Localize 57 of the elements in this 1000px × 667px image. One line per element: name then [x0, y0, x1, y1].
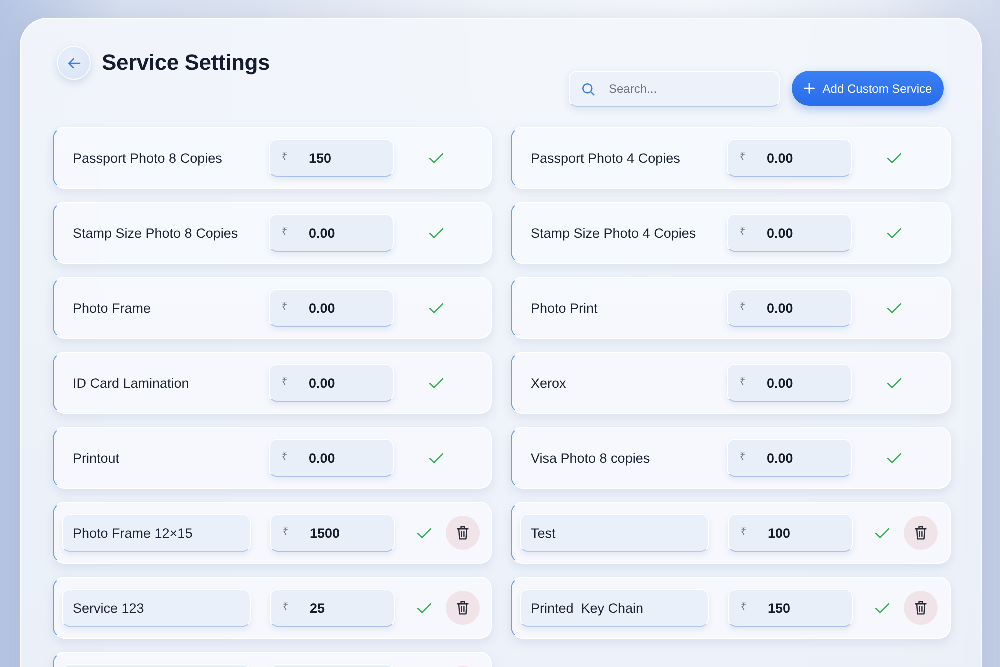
back-arrow-icon	[68, 58, 80, 68]
service-name-field[interactable]: Photo Frame 12×15	[62, 514, 251, 552]
trash-icon	[457, 601, 469, 615]
currency-symbol: ₹	[740, 452, 746, 464]
service-name-field[interactable]: Test	[520, 514, 709, 552]
currency-symbol: ₹	[740, 377, 746, 389]
currency-symbol: ₹	[282, 302, 288, 314]
trash-icon	[915, 526, 927, 540]
page-title: Service Settings	[102, 50, 270, 76]
service-name: Photo Print	[531, 300, 599, 316]
service-name: Stamp Size Photo 8 Copies	[73, 226, 240, 240]
delete-button[interactable]	[904, 591, 938, 625]
check-icon[interactable]	[875, 528, 890, 538]
check-icon[interactable]	[429, 378, 444, 388]
check-icon[interactable]	[887, 452, 902, 464]
search-field[interactable]: Search...	[569, 71, 780, 107]
check-icon[interactable]	[417, 602, 432, 614]
trash-icon	[457, 526, 469, 540]
service-name: Xerox	[531, 376, 568, 390]
trash-icon	[915, 601, 927, 615]
service-name-field[interactable]: Service 123	[62, 589, 251, 627]
check-icon[interactable]	[417, 528, 432, 538]
currency-symbol: ₹	[283, 602, 289, 614]
currency-symbol: ₹	[282, 152, 288, 164]
service-name: ID Card Lamination	[73, 376, 190, 390]
currency-symbol: ₹	[282, 227, 288, 239]
currency-symbol: ₹	[282, 452, 288, 464]
add-custom-service-button[interactable]: Add Custom Service	[792, 71, 944, 106]
check-icon[interactable]	[875, 602, 890, 614]
check-icon[interactable]	[429, 452, 444, 464]
check-icon[interactable]	[429, 152, 444, 164]
service-name: Photo Frame	[73, 300, 152, 316]
service-name: Passport Photo 4 Copies	[531, 150, 682, 166]
currency-symbol: ₹	[740, 302, 746, 314]
search-icon	[582, 83, 595, 96]
check-icon[interactable]	[887, 228, 902, 238]
service-name: Passport Photo 8 Copies	[73, 150, 224, 166]
check-icon[interactable]	[887, 152, 902, 164]
plus-icon	[804, 83, 815, 94]
currency-symbol: ₹	[741, 527, 747, 539]
currency-symbol: ₹	[283, 527, 289, 539]
service-name: Stamp Size Photo 4 Copies	[531, 226, 698, 240]
check-icon[interactable]	[887, 378, 902, 388]
delete-button[interactable]	[446, 591, 480, 625]
service-name: Visa Photo 8 copies	[531, 450, 652, 466]
back-button[interactable]	[57, 46, 91, 80]
service-name-field[interactable]: Printed Key Chain	[520, 589, 709, 627]
service-name: Printout	[73, 450, 121, 466]
delete-button[interactable]	[904, 516, 938, 550]
currency-symbol: ₹	[740, 152, 746, 164]
currency-symbol: ₹	[741, 602, 747, 614]
currency-symbol: ₹	[282, 377, 288, 389]
delete-button[interactable]	[446, 516, 480, 550]
check-icon[interactable]	[429, 228, 444, 238]
currency-symbol: ₹	[740, 227, 746, 239]
check-icon[interactable]	[887, 302, 902, 314]
check-icon[interactable]	[429, 302, 444, 314]
